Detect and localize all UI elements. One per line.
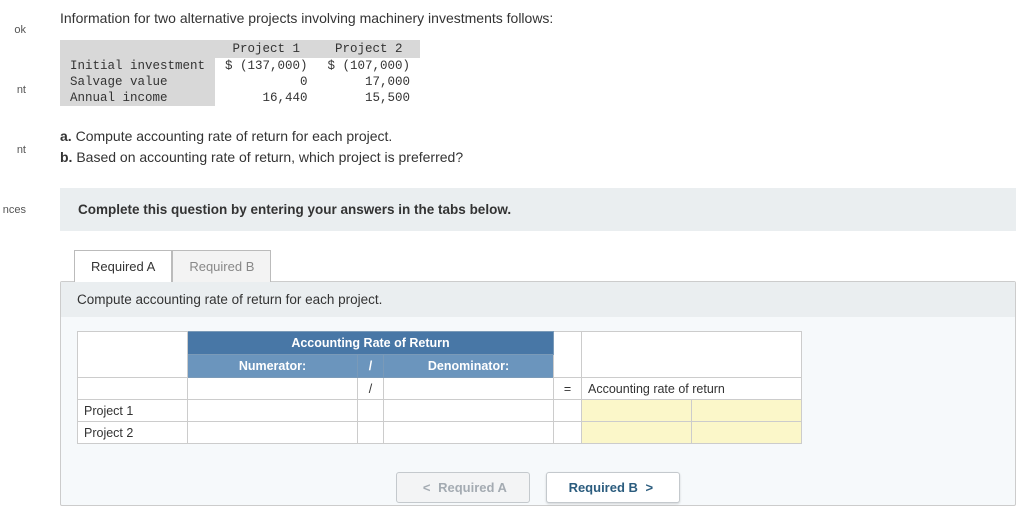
result-label: Accounting rate of return bbox=[582, 378, 802, 400]
input-numerator-2[interactable] bbox=[188, 422, 358, 444]
row-p1: 16,440 bbox=[215, 90, 318, 106]
tab-required-b[interactable]: Required B bbox=[172, 250, 271, 282]
row-project-2: Project 2 bbox=[78, 422, 188, 444]
q-a-prefix: a. bbox=[60, 128, 72, 144]
slash-cell bbox=[358, 400, 384, 422]
nav-next-label: Required B bbox=[569, 480, 638, 495]
slash-cell bbox=[358, 422, 384, 444]
table-header-blank bbox=[60, 40, 215, 58]
tab-required-a[interactable]: Required A bbox=[74, 250, 172, 282]
row-label: Initial investment bbox=[60, 58, 215, 74]
chevron-right-icon: > bbox=[646, 480, 654, 495]
row-p1: 0 bbox=[215, 74, 318, 90]
input-denominator-1[interactable] bbox=[384, 400, 554, 422]
q-b-prefix: b. bbox=[60, 149, 72, 165]
q-b-text: Based on accounting rate of return, whic… bbox=[76, 149, 463, 165]
sidebar-item: ok bbox=[0, 0, 30, 60]
sidebar-item: nt bbox=[0, 60, 30, 120]
table-header-p2: Project 2 bbox=[318, 40, 421, 58]
result-cell-1b[interactable] bbox=[692, 400, 802, 422]
row-p2: 17,000 bbox=[318, 74, 421, 90]
result-cell-1a[interactable] bbox=[582, 400, 692, 422]
table-header-p1: Project 1 bbox=[215, 40, 318, 58]
row-project-1: Project 1 bbox=[78, 400, 188, 422]
th-accounting-rate: Accounting Rate of Return bbox=[188, 332, 554, 355]
intro-text: Information for two alternative projects… bbox=[60, 0, 1024, 40]
question-list: a. Compute accounting rate of return for… bbox=[60, 126, 1024, 188]
slash-cell: / bbox=[358, 378, 384, 400]
input-numerator-0[interactable] bbox=[188, 378, 358, 400]
panel-instruction: Compute accounting rate of return for ea… bbox=[61, 282, 1015, 317]
sidebar-item: nces bbox=[0, 180, 30, 240]
row-p1: $ (137,000) bbox=[215, 58, 318, 74]
eq-cell bbox=[554, 400, 582, 422]
row-p2: $ (107,000) bbox=[318, 58, 421, 74]
eq-cell: = bbox=[554, 378, 582, 400]
nav-next-button[interactable]: Required B > bbox=[546, 472, 681, 503]
answer-table: Accounting Rate of Return Numerator: / D… bbox=[77, 331, 802, 444]
row-label: Annual income bbox=[60, 90, 215, 106]
row-label: Salvage value bbox=[60, 74, 215, 90]
th-slash: / bbox=[358, 355, 384, 378]
q-a-text: Compute accounting rate of return for ea… bbox=[76, 128, 393, 144]
nav-prev-label: Required A bbox=[438, 480, 507, 495]
th-numerator: Numerator: bbox=[188, 355, 358, 378]
instruction-bar: Complete this question by entering your … bbox=[60, 188, 1016, 231]
row-p2: 15,500 bbox=[318, 90, 421, 106]
investment-data-table: Project 1 Project 2 Initial investment $… bbox=[60, 40, 420, 106]
input-numerator-1[interactable] bbox=[188, 400, 358, 422]
result-cell-2b[interactable] bbox=[692, 422, 802, 444]
input-denominator-2[interactable] bbox=[384, 422, 554, 444]
input-denominator-0[interactable] bbox=[384, 378, 554, 400]
chevron-left-icon: < bbox=[423, 480, 431, 495]
nav-prev-button[interactable]: < Required A bbox=[396, 472, 530, 503]
th-denominator: Denominator: bbox=[384, 355, 554, 378]
row-blank bbox=[78, 378, 188, 400]
sidebar-item: nt bbox=[0, 120, 30, 180]
eq-cell bbox=[554, 422, 582, 444]
result-cell-2a[interactable] bbox=[582, 422, 692, 444]
